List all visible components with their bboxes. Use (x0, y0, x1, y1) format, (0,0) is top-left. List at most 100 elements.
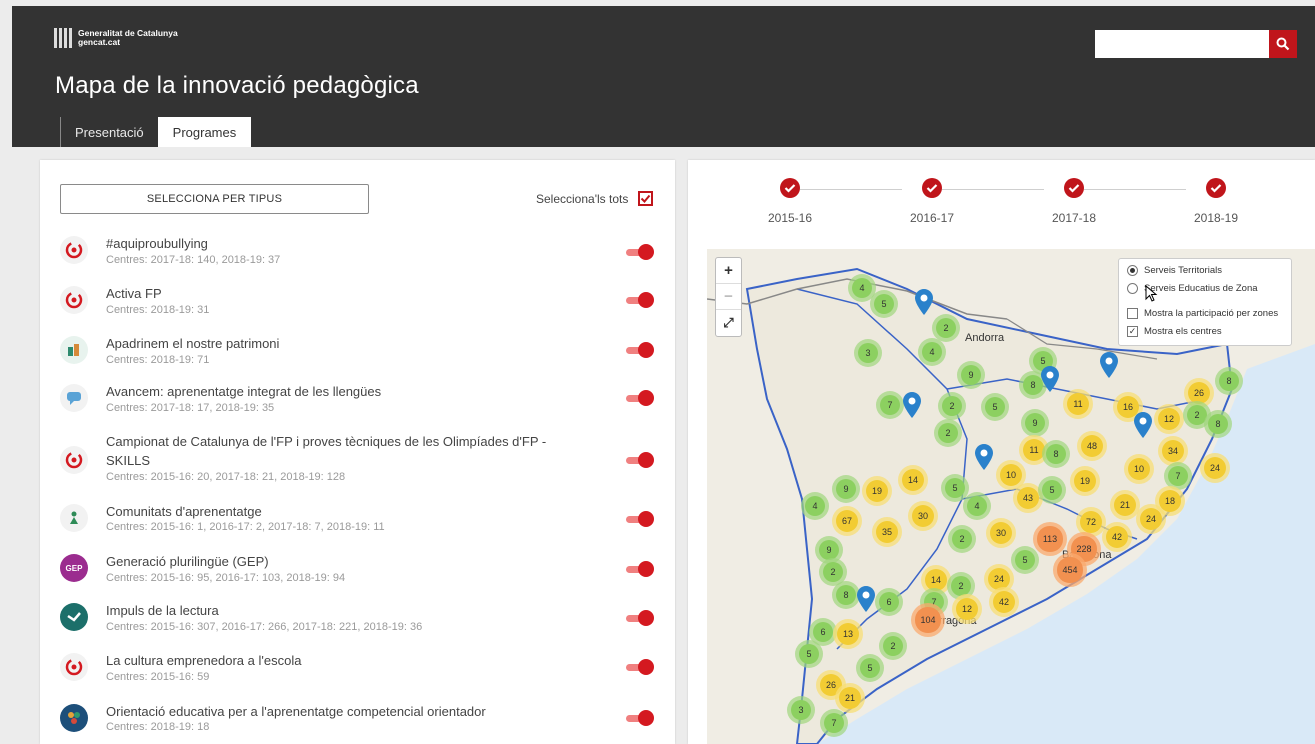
map-cluster[interactable]: 8 (832, 581, 860, 609)
layer-label: Mostra la participació per zones (1144, 308, 1279, 319)
map-cluster[interactable]: 8 (1042, 440, 1070, 468)
map-cluster[interactable]: 5 (1038, 476, 1066, 504)
toggle-participacio[interactable]: Mostra la participació per zones (1127, 308, 1278, 319)
map-cluster[interactable]: 8 (1215, 367, 1243, 395)
zoom-in-button[interactable]: + (716, 258, 741, 284)
program-name: La cultura emprenedora a l'escola (106, 653, 302, 668)
map-cluster[interactable]: 9 (832, 475, 860, 503)
toggle-centres[interactable]: ✓ Mostra els centres (1127, 326, 1222, 337)
year-2016-17[interactable]: 2016-17 (902, 178, 962, 225)
map-cluster[interactable]: 11 (1063, 389, 1093, 419)
map-pin-icon[interactable] (1100, 352, 1118, 378)
map-pin-icon[interactable] (1134, 412, 1152, 438)
program-toggle[interactable] (626, 511, 654, 527)
target-icon (60, 653, 88, 681)
map-cluster[interactable]: 24 (1200, 453, 1230, 483)
program-toggle[interactable] (626, 710, 654, 726)
map-cluster[interactable]: 5 (870, 290, 898, 318)
map-cluster[interactable]: 9 (1021, 409, 1049, 437)
map-cluster[interactable]: 2 (879, 632, 907, 660)
cluster-count: 19 (865, 479, 889, 503)
layer-serveis-territorials[interactable]: Serveis Territorials (1127, 265, 1222, 276)
map-cluster[interactable]: 21 (835, 683, 865, 713)
select-all-checkbox[interactable] (638, 191, 653, 206)
program-toggle[interactable] (626, 610, 654, 626)
cluster-count: 42 (1105, 525, 1129, 549)
map-cluster[interactable]: 3 (854, 339, 882, 367)
map-cluster[interactable]: 5 (981, 393, 1009, 421)
map-cluster[interactable]: 4 (918, 338, 946, 366)
cluster-count: 2 (941, 395, 963, 417)
year-2017-18[interactable]: 2017-18 (1044, 178, 1104, 225)
map-cluster[interactable]: 19 (862, 476, 892, 506)
checkbox-checked[interactable]: ✓ (1127, 326, 1138, 337)
map-pin-icon[interactable] (903, 392, 921, 418)
map-cluster[interactable]: 24 (1136, 504, 1166, 534)
program-toggle[interactable] (626, 561, 654, 577)
map-cluster[interactable]: 12 (952, 594, 982, 624)
map-pin-icon[interactable] (975, 444, 993, 470)
map-cluster[interactable]: 113 (1033, 522, 1067, 556)
map-cluster[interactable]: 35 (872, 517, 902, 547)
map-cluster[interactable]: 14 (898, 465, 928, 495)
map-cluster[interactable]: 2 (934, 419, 962, 447)
map-cluster[interactable]: 7 (820, 709, 848, 737)
year-label: 2016-17 (909, 211, 955, 225)
map-cluster[interactable]: 5 (856, 654, 884, 682)
map-cluster[interactable]: 3 (787, 696, 815, 724)
cluster-count: 5 (944, 477, 966, 499)
map-cluster[interactable]: 34 (1158, 436, 1188, 466)
page-frame: Generalitat de Catalunya gencat.cat Mapa… (0, 0, 1315, 744)
map-cluster[interactable]: 67 (832, 506, 862, 536)
cluster-count: 2 (822, 561, 844, 583)
map-cluster[interactable]: 13 (833, 619, 863, 649)
map-cluster[interactable]: 5 (795, 640, 823, 668)
zoom-out-button[interactable]: − (716, 284, 741, 310)
program-meta: Centres: 2017-18: 140, 2018-19: 37 (106, 254, 281, 266)
map-cluster[interactable]: 8 (1204, 410, 1232, 438)
search-button[interactable] (1269, 30, 1297, 58)
checkbox[interactable] (1127, 308, 1138, 319)
map-cluster[interactable]: 5 (1011, 546, 1039, 574)
map-cluster[interactable]: 42 (989, 587, 1019, 617)
gencat-logo[interactable]: Generalitat de Catalunya gencat.cat (54, 28, 178, 48)
map-cluster[interactable]: 454 (1053, 553, 1087, 587)
radio-button[interactable] (1127, 265, 1138, 276)
map-cluster[interactable]: 10 (1124, 454, 1154, 484)
year-2015-16[interactable]: 2015-16 (760, 178, 820, 225)
program-toggle[interactable] (626, 390, 654, 406)
map-cluster[interactable]: 48 (1077, 431, 1107, 461)
map-cluster[interactable]: 19 (1070, 466, 1100, 496)
year-2018-19[interactable]: 2018-19 (1186, 178, 1246, 225)
program-toggle[interactable] (626, 452, 654, 468)
catalonia-map[interactable]: Andorra Barcelona Tarragona 452349725258… (707, 249, 1315, 744)
map-cluster[interactable]: 12 (1154, 404, 1184, 434)
map-cluster[interactable]: 7 (876, 391, 904, 419)
map-pin-icon[interactable] (1041, 366, 1059, 392)
year-label: 2018-19 (1193, 211, 1239, 225)
program-toggle[interactable] (626, 244, 654, 260)
map-pin-icon[interactable] (915, 289, 933, 315)
map-cluster[interactable]: 2 (938, 392, 966, 420)
map-pin-icon[interactable] (857, 586, 875, 612)
fullscreen-button[interactable]: ⤢ (716, 310, 741, 336)
search-input[interactable] (1095, 30, 1269, 58)
tab-programes[interactable]: Programes (157, 117, 252, 147)
map-cluster[interactable]: 42 (1102, 522, 1132, 552)
map-cluster[interactable]: 6 (875, 588, 903, 616)
map-cluster[interactable]: 104 (911, 603, 945, 637)
map-cluster[interactable]: 9 (957, 361, 985, 389)
radio-button[interactable] (1127, 283, 1138, 294)
program-toggle[interactable] (626, 659, 654, 675)
map-cluster[interactable]: 4 (963, 492, 991, 520)
map-cluster[interactable]: 4 (801, 492, 829, 520)
map-cluster[interactable]: 30 (908, 501, 938, 531)
tab-presentacio[interactable]: Presentació (60, 117, 158, 147)
cluster-count: 21 (838, 686, 862, 710)
select-by-type-button[interactable]: SELECCIONA PER TIPUS (60, 184, 369, 214)
map-cluster[interactable]: 2 (948, 525, 976, 553)
program-toggle[interactable] (626, 342, 654, 358)
map-cluster[interactable]: 30 (986, 518, 1016, 548)
program-toggle[interactable] (626, 292, 654, 308)
program-meta: Centres: 2018-19: 31 (106, 304, 210, 316)
